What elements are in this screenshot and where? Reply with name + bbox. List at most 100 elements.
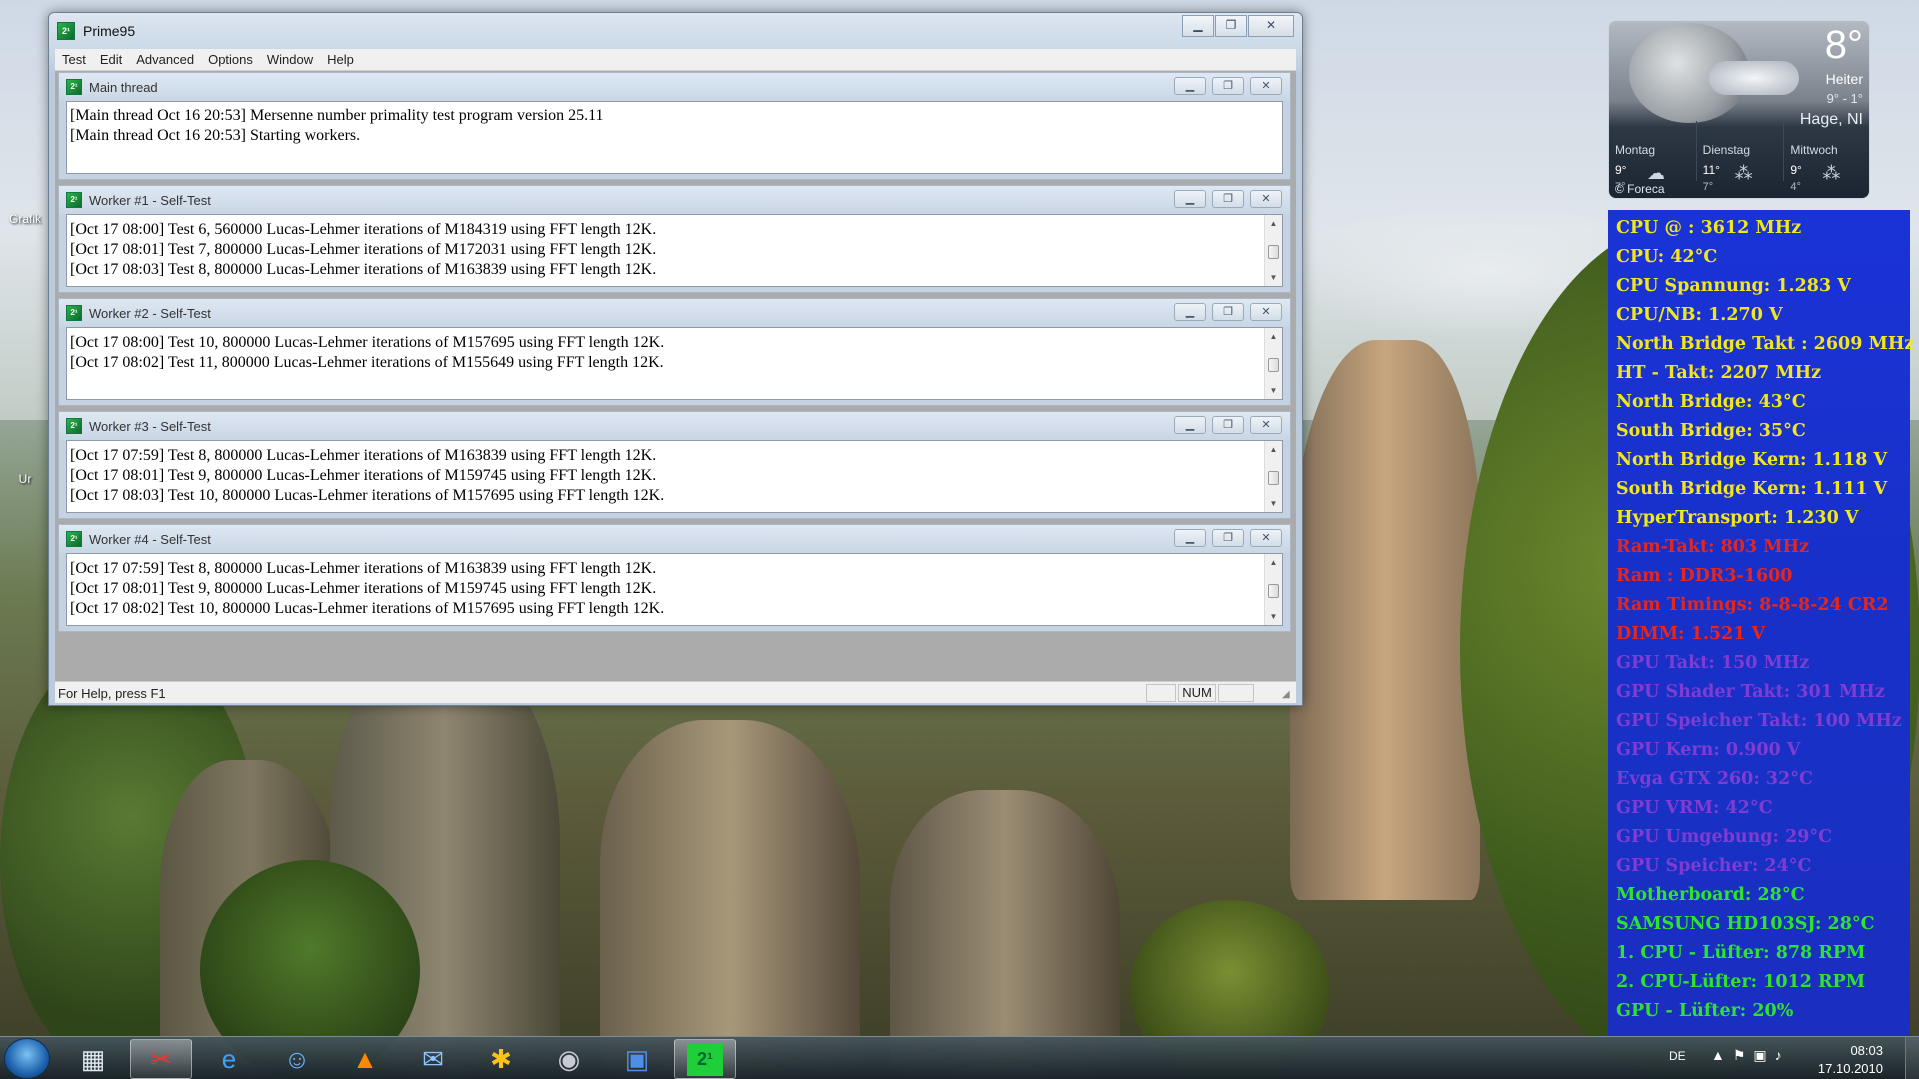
vertical-scrollbar[interactable]: ▲ ▼ bbox=[1264, 554, 1282, 625]
scroll-up-icon[interactable]: ▲ bbox=[1265, 328, 1282, 345]
close-button[interactable]: ✕ bbox=[1250, 529, 1282, 547]
menu-test[interactable]: Test bbox=[55, 52, 93, 67]
scroll-up-icon[interactable]: ▲ bbox=[1265, 215, 1282, 232]
worker-4-window[interactable]: 2¹ Worker #4 - Self-Test ▁ ❐ ✕ [Oct 17 0… bbox=[58, 524, 1291, 632]
minimize-button[interactable]: ▁ bbox=[1174, 77, 1206, 95]
scroll-up-icon[interactable]: ▲ bbox=[1265, 554, 1282, 571]
taskbar-button[interactable]: 2¹ bbox=[674, 1039, 736, 1079]
log-output[interactable]: [Oct 17 08:00] Test 6, 560000 Lucas-Lehm… bbox=[66, 214, 1283, 287]
log-output[interactable]: [Main thread Oct 16 20:53] Mersenne numb… bbox=[66, 101, 1283, 174]
scroll-down-icon[interactable]: ▼ bbox=[1265, 608, 1282, 625]
scroll-thumb[interactable] bbox=[1268, 584, 1279, 598]
virtualbox-icon: ▣ bbox=[624, 1043, 650, 1074]
minimize-button[interactable]: ▁ bbox=[1174, 529, 1206, 547]
child-titlebar[interactable]: 2¹ Main thread ▁ ❐ ✕ bbox=[59, 73, 1290, 101]
restore-button[interactable]: ❐ bbox=[1212, 190, 1244, 208]
child-titlebar[interactable]: 2¹ Worker #3 - Self-Test ▁ ❐ ✕ bbox=[59, 412, 1290, 440]
forecast-high: 11° bbox=[1702, 163, 1720, 177]
close-button[interactable]: ✕ bbox=[1250, 416, 1282, 434]
prime95-icon: 2¹ bbox=[66, 192, 82, 208]
taskbar-button[interactable]: e bbox=[198, 1039, 260, 1079]
main-thread-window[interactable]: 2¹ Main thread ▁ ❐ ✕ [Main thread Oct 16… bbox=[58, 72, 1291, 180]
sensor-reading: SAMSUNG HD103SJ: 28°C bbox=[1616, 914, 1875, 934]
taskbar-button[interactable]: ✱ bbox=[470, 1039, 532, 1079]
status-bar: For Help, press F1 NUM ◢ bbox=[55, 681, 1296, 703]
restore-button[interactable]: ❐ bbox=[1212, 77, 1244, 95]
menu-window[interactable]: Window bbox=[260, 52, 320, 67]
scroll-thumb[interactable] bbox=[1268, 471, 1279, 485]
network-icon[interactable]: ▣ bbox=[1753, 1047, 1774, 1063]
weather-gadget[interactable]: 8° Heiter 9° - 1° Hage, NI Montag 9° 7° … bbox=[1608, 20, 1870, 199]
minimize-button[interactable]: ▁ bbox=[1182, 15, 1214, 37]
scroll-thumb[interactable] bbox=[1268, 358, 1279, 372]
resize-grip-icon[interactable]: ◢ bbox=[1282, 689, 1294, 701]
vertical-scrollbar[interactable]: ▲ ▼ bbox=[1264, 328, 1282, 399]
desktop-icon[interactable]: Grafik bbox=[0, 212, 50, 226]
sensor-reading: South Bridge Kern: 1.111 V bbox=[1616, 479, 1888, 499]
sensor-reading: GPU Umgebung: 29°C bbox=[1616, 827, 1833, 847]
close-button[interactable]: ✕ bbox=[1250, 303, 1282, 321]
taskbar-button[interactable]: ✂ bbox=[130, 1039, 192, 1079]
vertical-scrollbar[interactable]: ▲ ▼ bbox=[1264, 441, 1282, 512]
minimize-button[interactable]: ▁ bbox=[1174, 416, 1206, 434]
mail-icon: ✉ bbox=[422, 1043, 444, 1074]
scroll-up-icon[interactable]: ▲ bbox=[1265, 441, 1282, 458]
worker-2-window[interactable]: 2¹ Worker #2 - Self-Test ▁ ❐ ✕ [Oct 17 0… bbox=[58, 298, 1291, 406]
worker-1-window[interactable]: 2¹ Worker #1 - Self-Test ▁ ❐ ✕ [Oct 17 0… bbox=[58, 185, 1291, 293]
taskbar-button[interactable]: ▲ bbox=[334, 1039, 396, 1079]
prime95-icon[interactable]: 2¹ bbox=[57, 22, 75, 40]
restore-button[interactable]: ❐ bbox=[1215, 15, 1247, 37]
child-titlebar[interactable]: 2¹ Worker #2 - Self-Test ▁ ❐ ✕ bbox=[59, 299, 1290, 327]
log-output[interactable]: [Oct 17 08:00] Test 10, 800000 Lucas-Leh… bbox=[66, 327, 1283, 400]
log-line: [Oct 17 07:59] Test 8, 800000 Lucas-Lehm… bbox=[70, 560, 657, 577]
log-line: [Main thread Oct 16 20:53] Starting work… bbox=[70, 127, 361, 144]
language-indicator[interactable]: DE bbox=[1669, 1049, 1686, 1063]
show-desktop-button[interactable] bbox=[1905, 1037, 1919, 1079]
volume-icon[interactable]: ♪ bbox=[1775, 1047, 1790, 1063]
close-button[interactable]: ✕ bbox=[1248, 15, 1294, 37]
taskbar-button[interactable]: ◉ bbox=[538, 1039, 600, 1079]
menu-options[interactable]: Options bbox=[201, 52, 260, 67]
scroll-thumb[interactable] bbox=[1268, 245, 1279, 259]
clock-time[interactable]: 08:03 bbox=[1850, 1043, 1883, 1058]
log-line: [Oct 17 08:01] Test 9, 800000 Lucas-Lehm… bbox=[70, 467, 657, 484]
minimize-button[interactable]: ▁ bbox=[1174, 190, 1206, 208]
menu-edit[interactable]: Edit bbox=[93, 52, 129, 67]
restore-button[interactable]: ❐ bbox=[1212, 529, 1244, 547]
log-output[interactable]: [Oct 17 07:59] Test 8, 800000 Lucas-Lehm… bbox=[66, 553, 1283, 626]
start-button[interactable] bbox=[4, 1038, 50, 1079]
taskbar-button[interactable]: ▣ bbox=[606, 1039, 668, 1079]
vertical-scrollbar[interactable]: ▲ ▼ bbox=[1264, 215, 1282, 286]
clock-date[interactable]: 17.10.2010 bbox=[1818, 1061, 1883, 1076]
child-titlebar[interactable]: 2¹ Worker #1 - Self-Test ▁ ❐ ✕ bbox=[59, 186, 1290, 214]
worker-3-window[interactable]: 2¹ Worker #3 - Self-Test ▁ ❐ ✕ [Oct 17 0… bbox=[58, 411, 1291, 519]
log-output[interactable]: [Oct 17 07:59] Test 8, 800000 Lucas-Lehm… bbox=[66, 440, 1283, 513]
taskbar-button[interactable]: ▦ bbox=[62, 1039, 124, 1079]
sensor-reading: GPU Takt: 150 MHz bbox=[1616, 653, 1810, 673]
tray-icons: ▲⚑▣♪ bbox=[1711, 1047, 1790, 1064]
prime95-window[interactable]: 2¹ Prime95 ▁ ❐ ✕ Test Edit Advanced Opti… bbox=[48, 12, 1303, 706]
taskbar-button[interactable]: ✉ bbox=[402, 1039, 464, 1079]
restore-button[interactable]: ❐ bbox=[1212, 416, 1244, 434]
scroll-down-icon[interactable]: ▼ bbox=[1265, 495, 1282, 512]
child-titlebar[interactable]: 2¹ Worker #4 - Self-Test ▁ ❐ ✕ bbox=[59, 525, 1290, 553]
window-title: Prime95 bbox=[83, 23, 136, 39]
close-button[interactable]: ✕ bbox=[1250, 77, 1282, 95]
sensor-reading: CPU @ : 3612 MHz bbox=[1616, 218, 1802, 238]
taskbar-button[interactable]: ☺ bbox=[266, 1039, 328, 1079]
window-titlebar[interactable]: 2¹ Prime95 ▁ ❐ ✕ bbox=[49, 13, 1302, 49]
show-hidden-icons-icon[interactable]: ▲ bbox=[1711, 1047, 1733, 1063]
close-button[interactable]: ✕ bbox=[1250, 190, 1282, 208]
action-center-flag-icon[interactable]: ⚑ bbox=[1733, 1047, 1754, 1063]
forecast-day: Montag 9° 7° ☁ bbox=[1609, 121, 1697, 193]
weather-provider[interactable]: © Foreca bbox=[1615, 182, 1665, 196]
scroll-down-icon[interactable]: ▼ bbox=[1265, 382, 1282, 399]
desktop-icon[interactable]: Ur bbox=[0, 472, 50, 486]
minimize-button[interactable]: ▁ bbox=[1174, 303, 1206, 321]
menu-advanced[interactable]: Advanced bbox=[129, 52, 201, 67]
scroll-down-icon[interactable]: ▼ bbox=[1265, 269, 1282, 286]
sensor-reading: GPU - Lüfter: 20% bbox=[1616, 1001, 1794, 1021]
restore-button[interactable]: ❐ bbox=[1212, 303, 1244, 321]
status-text: For Help, press F1 bbox=[58, 686, 166, 701]
menu-help[interactable]: Help bbox=[320, 52, 361, 67]
